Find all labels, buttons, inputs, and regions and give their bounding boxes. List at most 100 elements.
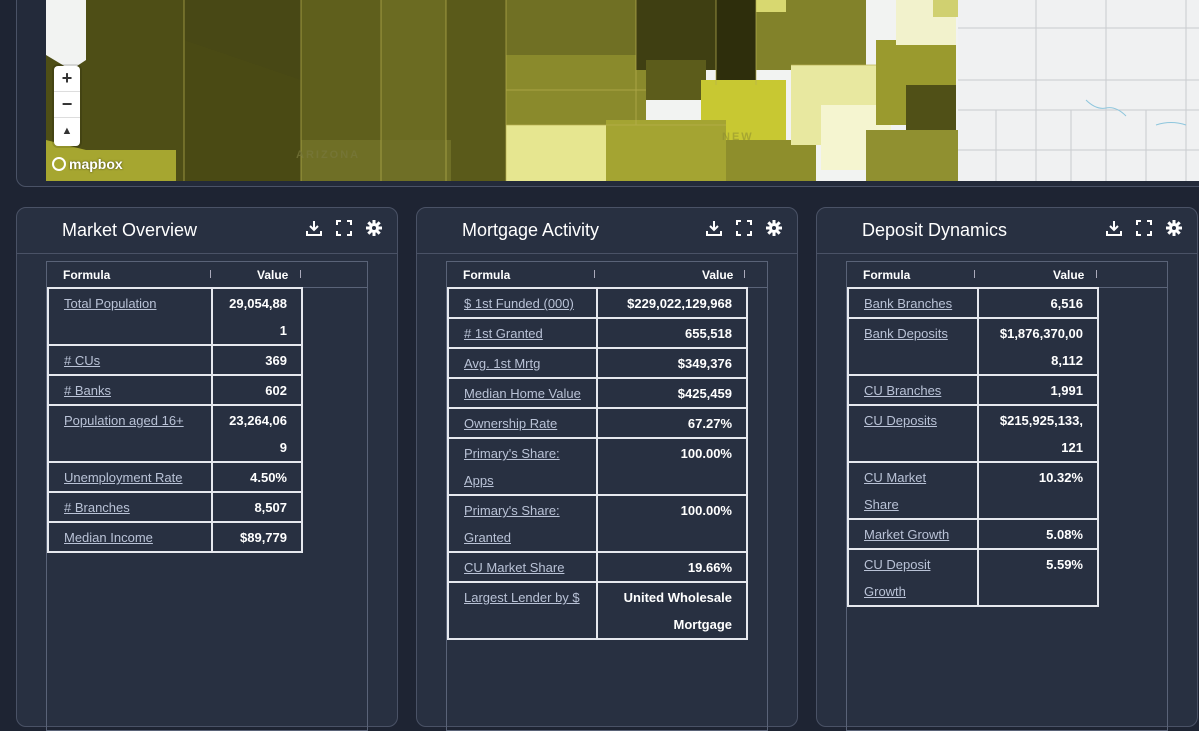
zoom-out-button[interactable]: −	[54, 92, 80, 118]
formula-cell: Total Population	[47, 287, 213, 346]
compass-button[interactable]: ▲	[54, 118, 80, 144]
formula-link[interactable]: # Banks	[64, 383, 111, 398]
widget-deposit-dynamics: Deposit Dynamics Formula Value Bank Bran…	[816, 207, 1198, 731]
formula-link[interactable]: Median Home Value	[464, 386, 581, 401]
formula-cell: Primary's Share: Granted	[446, 494, 599, 553]
widget-toolbar	[705, 219, 783, 237]
table-row: $ 1st Funded (000) $229,022,129,968	[446, 287, 748, 319]
value-cell: 5.08%	[977, 518, 1099, 550]
formula-link[interactable]: CU Branches	[864, 383, 941, 398]
data-table: Formula Value Total Population 29,054,881…	[46, 261, 368, 731]
value-cell: 5.59%	[977, 548, 1099, 607]
table-row: Primary's Share: Granted 100.00%	[446, 494, 748, 553]
column-header-formula[interactable]: Formula	[463, 268, 510, 282]
formula-link[interactable]: Largest Lender by $	[464, 590, 580, 605]
value-cell: 8,507	[210, 491, 304, 523]
column-header-value[interactable]: Value	[702, 268, 733, 282]
fullscreen-icon[interactable]	[735, 219, 753, 237]
table-row: CU Branches 1,991	[846, 374, 1099, 406]
map-state-label-2: NEW	[722, 131, 754, 143]
gear-icon[interactable]	[365, 219, 383, 237]
table-row: CU Market Share 19.66%	[446, 551, 748, 583]
download-icon[interactable]	[1105, 219, 1123, 237]
formula-link[interactable]: Bank Branches	[864, 296, 952, 311]
column-header-formula[interactable]: Formula	[63, 268, 110, 282]
table-row: Ownership Rate 67.27%	[446, 407, 748, 439]
formula-link[interactable]: Population aged 16+	[64, 413, 184, 428]
formula-link[interactable]: CU Deposit Growth	[864, 557, 930, 599]
table-row: Primary's Share: Apps 100.00%	[446, 437, 748, 496]
formula-link[interactable]: Primary's Share: Granted	[464, 503, 560, 545]
formula-cell: CU Deposit Growth	[846, 548, 980, 607]
formula-link[interactable]: Market Growth	[864, 527, 949, 542]
formula-link[interactable]: Bank Deposits	[864, 326, 948, 341]
widget-market-overview: Market Overview Formula Value Total Popu…	[16, 207, 398, 731]
value-cell: 29,054,881	[210, 287, 304, 346]
widget-header: Mortgage Activity	[417, 208, 797, 254]
value-cell: $229,022,129,968	[596, 287, 748, 319]
formula-cell: Primary's Share: Apps	[446, 437, 599, 496]
column-separator[interactable]	[594, 270, 595, 278]
fullscreen-icon[interactable]	[335, 219, 353, 237]
formula-cell: # 1st Granted	[446, 317, 599, 349]
formula-link[interactable]: # CUs	[64, 353, 100, 368]
table-row: Largest Lender by $ United Wholesale Mort…	[446, 581, 748, 640]
formula-cell: # Branches	[47, 491, 213, 523]
value-cell: 1,991	[977, 374, 1099, 406]
formula-cell: Unemployment Rate	[47, 461, 213, 493]
column-separator[interactable]	[300, 270, 301, 278]
widget-toolbar	[1105, 219, 1183, 237]
formula-link[interactable]: Avg. 1st Mrtg	[464, 356, 540, 371]
column-separator[interactable]	[210, 270, 211, 278]
table-row: # Banks 602	[47, 374, 304, 406]
formula-link[interactable]: $ 1st Funded (000)	[464, 296, 574, 311]
table-row: Total Population 29,054,881	[47, 287, 304, 346]
formula-cell: $ 1st Funded (000)	[446, 287, 599, 319]
column-separator[interactable]	[744, 270, 745, 278]
formula-link[interactable]: Total Population	[64, 296, 157, 311]
zoom-in-button[interactable]: +	[54, 66, 80, 92]
table-row: Bank Branches 6,516	[846, 287, 1099, 319]
formula-link[interactable]: # Branches	[64, 500, 130, 515]
choropleth-map[interactable]	[46, 0, 1199, 181]
formula-link[interactable]: Primary's Share: Apps	[464, 446, 560, 488]
column-header-formula[interactable]: Formula	[863, 268, 910, 282]
formula-cell: Bank Deposits	[846, 317, 980, 376]
formula-cell: CU Deposits	[846, 404, 980, 463]
download-icon[interactable]	[305, 219, 323, 237]
column-separator[interactable]	[974, 270, 975, 278]
table-header: Formula Value	[447, 262, 767, 288]
formula-link[interactable]: Ownership Rate	[464, 416, 557, 431]
column-header-value[interactable]: Value	[1053, 268, 1084, 282]
formula-cell: CU Market Share	[846, 461, 980, 520]
gear-icon[interactable]	[765, 219, 783, 237]
formula-link[interactable]: CU Market Share	[464, 560, 564, 575]
formula-cell: CU Market Share	[446, 551, 599, 583]
table-row: # CUs 369	[47, 344, 304, 376]
download-icon[interactable]	[705, 219, 723, 237]
table-row: Market Growth 5.08%	[846, 518, 1099, 550]
formula-cell: # CUs	[47, 344, 213, 376]
widget-header: Market Overview	[17, 208, 397, 254]
formula-link[interactable]: CU Market Share	[864, 470, 926, 512]
formula-cell: Median Home Value	[446, 377, 599, 409]
formula-link[interactable]: Unemployment Rate	[64, 470, 183, 485]
value-cell: 19.66%	[596, 551, 748, 583]
fullscreen-icon[interactable]	[1135, 219, 1153, 237]
column-separator[interactable]	[1096, 270, 1097, 278]
column-header-value[interactable]: Value	[257, 268, 288, 282]
table-row: CU Deposits $215,925,133,121	[846, 404, 1099, 463]
gear-icon[interactable]	[1165, 219, 1183, 237]
formula-cell: # Banks	[47, 374, 213, 406]
table-body: $ 1st Funded (000) $229,022,129,968 # 1st …	[446, 287, 748, 640]
formula-cell: Population aged 16+	[47, 404, 213, 463]
formula-cell: Largest Lender by $	[446, 581, 599, 640]
formula-cell: Market Growth	[846, 518, 980, 550]
value-cell: $89,779	[210, 521, 304, 553]
formula-link[interactable]: # 1st Granted	[464, 326, 543, 341]
table-header: Formula Value	[847, 262, 1167, 288]
formula-cell: Avg. 1st Mrtg	[446, 347, 599, 379]
formula-link[interactable]: Median Income	[64, 530, 153, 545]
formula-link[interactable]: CU Deposits	[864, 413, 937, 428]
value-cell: 6,516	[977, 287, 1099, 319]
